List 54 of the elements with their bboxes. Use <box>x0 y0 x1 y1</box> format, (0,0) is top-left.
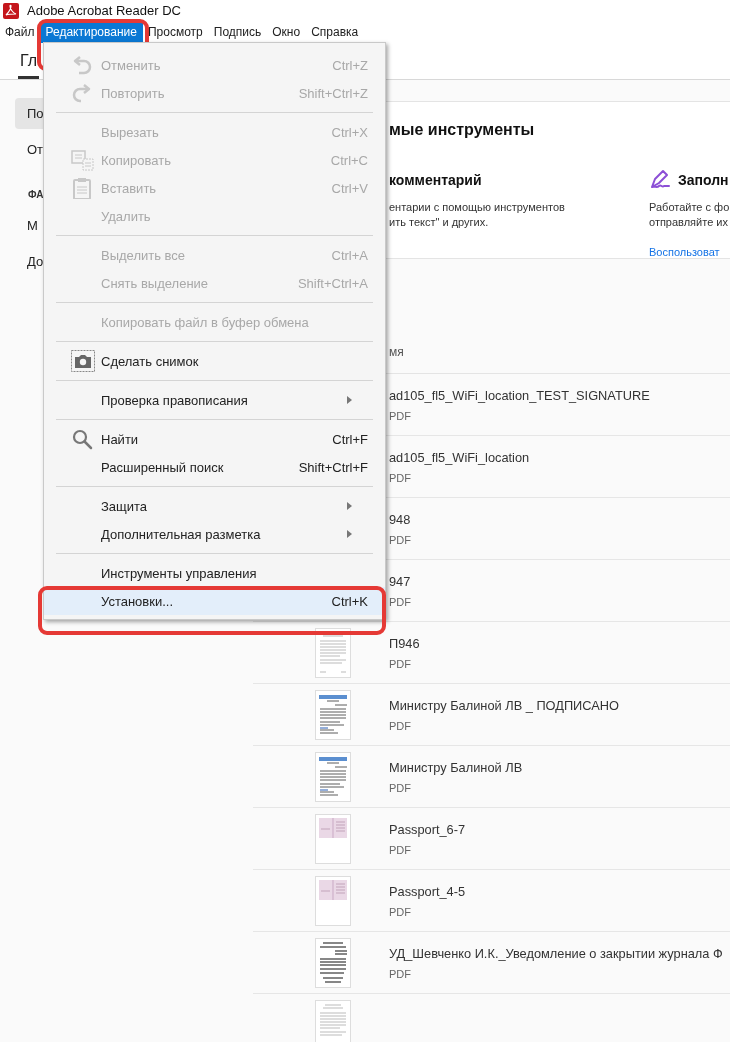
file-type: PDF <box>389 657 412 670</box>
copy-icon <box>71 149 95 171</box>
menu-item[interactable]: Найти Ctrl+F <box>44 425 385 453</box>
menu-item[interactable]: Окно <box>267 21 307 43</box>
file-name[interactable]: Министру Балиной ЛВ <box>389 759 523 775</box>
document-thumbnail <box>315 751 351 802</box>
menu-item[interactable]: Защита <box>44 492 385 520</box>
document-thumbnail <box>315 875 351 926</box>
document-thumbnail <box>315 813 351 864</box>
file-name[interactable]: Passport_4-5 <box>389 883 466 899</box>
menu-item[interactable]: Инструменты управления <box>44 559 385 587</box>
menu-item[interactable]: Дополнительная разметка <box>44 520 385 548</box>
file-name[interactable]: П946 <box>389 635 420 651</box>
window-title: Adobe Acrobat Reader DC <box>27 3 181 18</box>
submenu-arrow-icon <box>347 396 352 404</box>
column-header: мя <box>389 345 404 359</box>
document-thumbnail <box>315 937 351 988</box>
app-logo-icon <box>3 2 19 19</box>
search-icon <box>71 428 95 450</box>
card-description: Работайте с фо отправляйте их <box>649 200 730 230</box>
document-thumbnail <box>315 627 351 678</box>
file-type: PDF <box>389 595 411 608</box>
file-name[interactable]: Passport_6-7 <box>389 821 466 837</box>
card-description: ентарии с помощью инструментов ить текст" и других. <box>389 200 566 230</box>
card-title: Заполн <box>678 172 729 188</box>
document-thumbnail <box>315 689 351 740</box>
card-link[interactable]: Воспользоват <box>649 246 730 258</box>
file-type: PDF <box>389 905 412 918</box>
menu-item[interactable]: Просмотр <box>142 21 209 43</box>
file-name[interactable]: Министру Балиной ЛВ _ ПОДПИСАНО <box>389 697 619 713</box>
file-type: PDF <box>389 843 412 856</box>
card-title: комментарий <box>389 172 482 188</box>
file-name[interactable]: ad105_fl5_WiFi_location <box>389 449 530 465</box>
section-label: ФА <box>28 189 45 200</box>
file-type: PDF <box>389 967 412 980</box>
file-type: PDF <box>389 471 412 484</box>
menu-item[interactable]: Файл <box>0 21 41 43</box>
file-name[interactable]: 947 <box>389 573 411 589</box>
submenu-arrow-icon <box>347 530 352 538</box>
file-type: PDF <box>389 781 412 794</box>
menu-item[interactable]: Подпись <box>208 21 268 43</box>
file-name[interactable]: 948 <box>389 511 411 527</box>
section-title: мые инструменты <box>389 121 536 139</box>
submenu-arrow-icon <box>347 502 352 510</box>
menu-item[interactable]: Расширенный поиск Shift+Ctrl+F <box>44 453 385 481</box>
file-name[interactable]: ad105_fl5_WiFi_location_TEST_SIGNATURE <box>389 387 650 403</box>
file-type: PDF <box>389 719 412 732</box>
menu-item[interactable]: Сделать снимок <box>44 347 385 375</box>
file-name[interactable]: УД_Шевченко И.К._Уведомление о закрытии журнала Ф <box>389 945 723 961</box>
file-type: PDF <box>389 533 411 546</box>
menu-item[interactable]: Справка <box>306 21 365 43</box>
file-type: PDF <box>389 409 412 422</box>
camera-icon <box>71 350 95 372</box>
menu-item[interactable]: Проверка правописания <box>44 386 385 414</box>
